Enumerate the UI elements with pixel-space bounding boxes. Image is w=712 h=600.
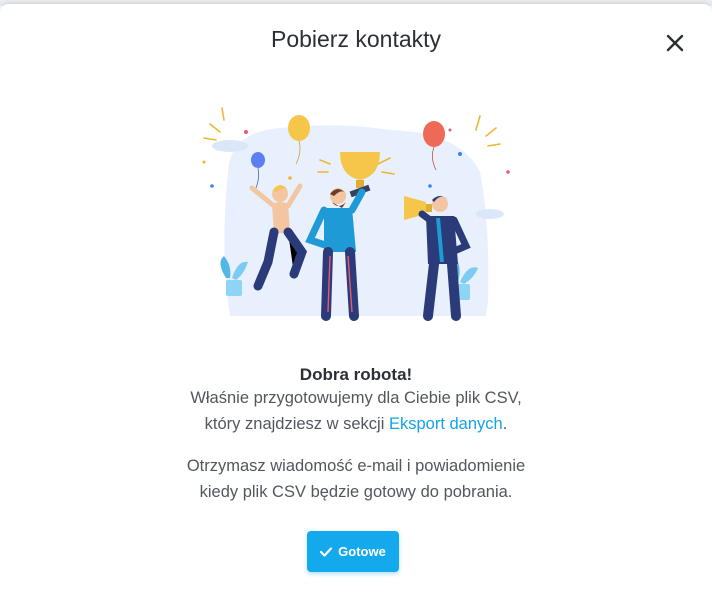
modal-title: Pobierz kontakty [270,26,442,52]
done-button-label: Gotowe [338,544,386,559]
check-icon [320,546,333,557]
cloud-right [476,209,504,219]
message-line-2: który znajdziesz w sekcji Eksport danych… [0,415,712,434]
message-line-2-prefix: który znajdziesz w sekcji [204,415,389,433]
message-line-3: Otrzymasz wiadomość e-mail i powiadomien… [186,457,526,475]
close-button[interactable] [664,32,686,54]
message-line-2-suffix: . [502,415,508,433]
message-line-4: kiedy plik CSV będzie gotowy do pobrania… [199,483,513,501]
message-line-1: Właśnie przygotowujemy dla Ciebie plik C… [190,389,522,407]
export-data-link[interactable]: Eksport danych [389,415,503,433]
celebration-illustration [202,107,510,321]
close-icon [666,34,684,52]
download-contacts-modal: Pobierz kontakty Dobra robota! Właśnie p… [0,4,712,600]
done-button[interactable]: Gotowe [307,531,399,572]
success-heading: Dobra robota! [299,365,413,384]
cloud-left [212,140,248,152]
